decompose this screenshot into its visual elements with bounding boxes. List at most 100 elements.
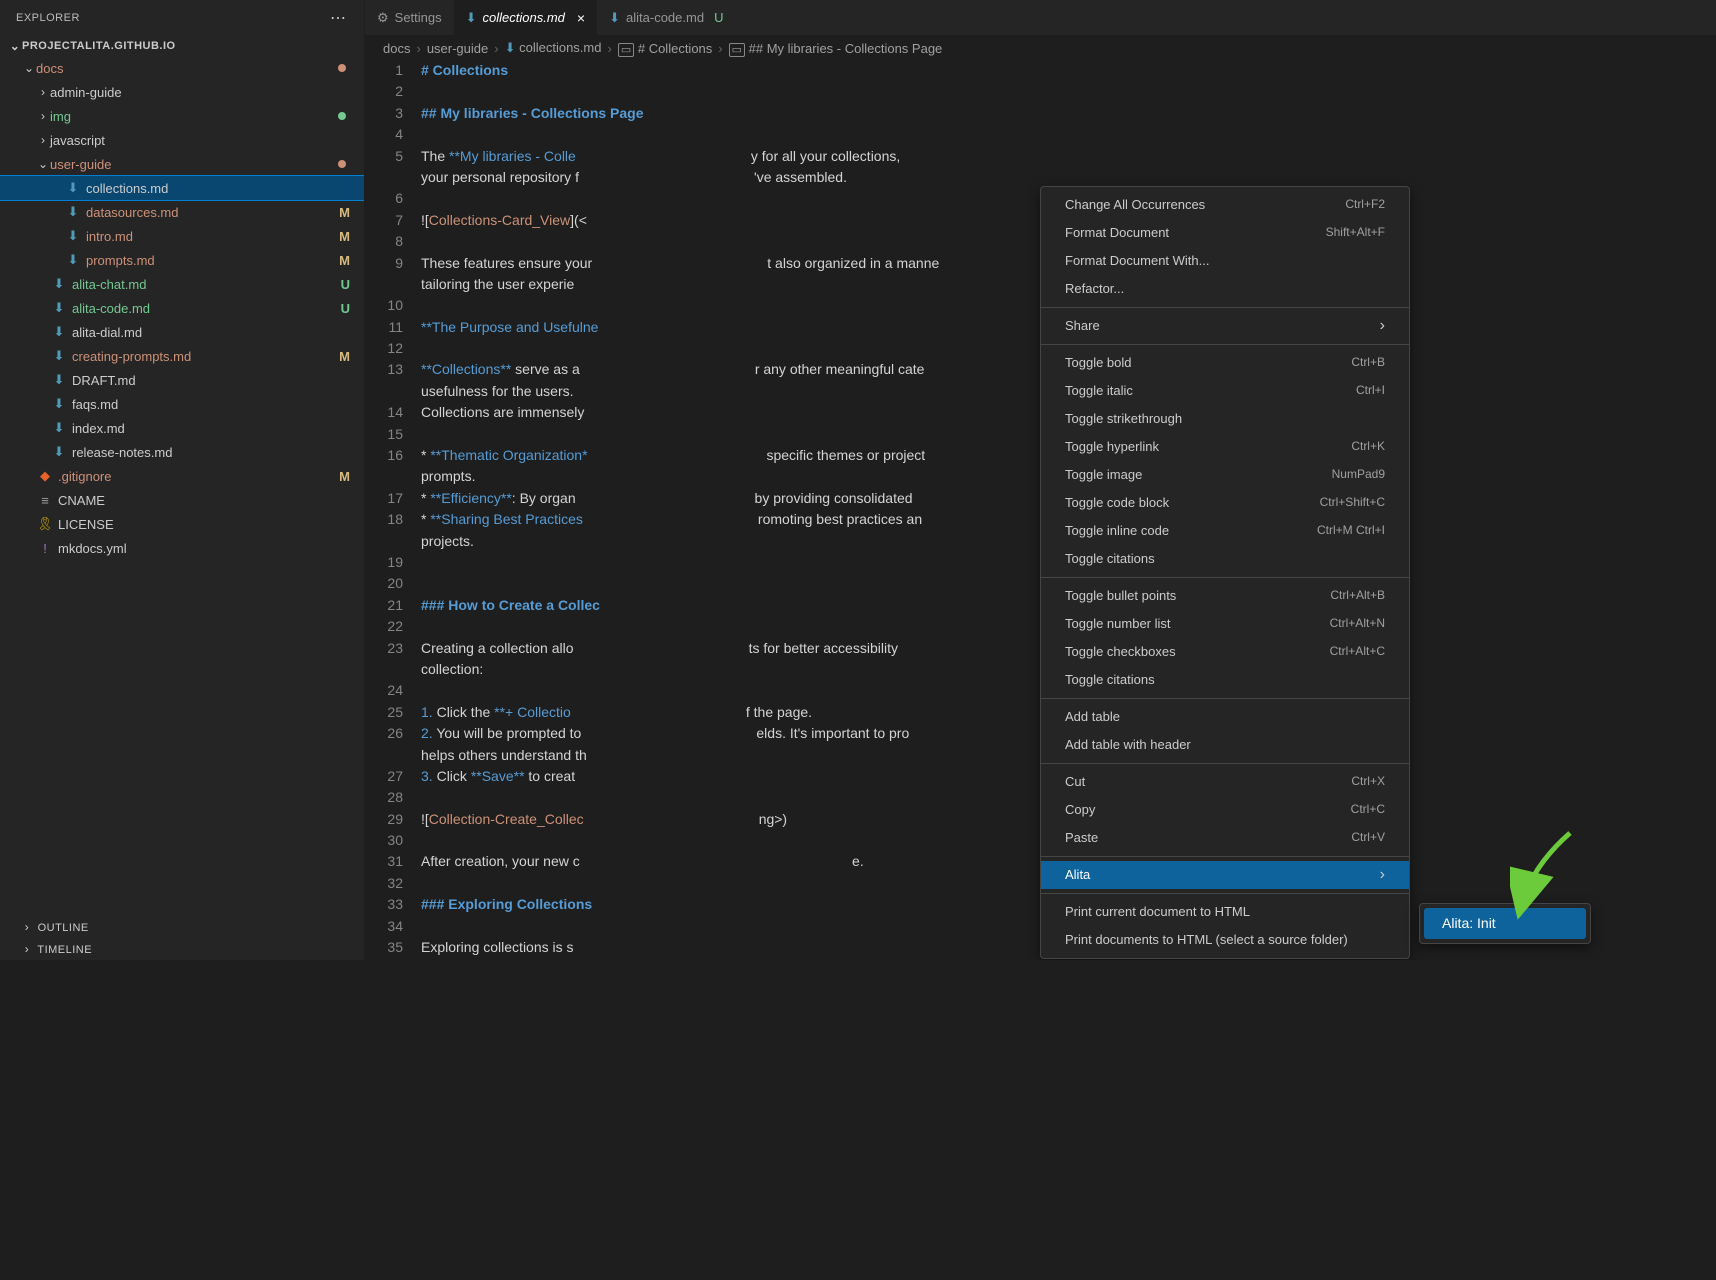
- ctx-toggle-image[interactable]: Toggle imageNumPad9: [1041, 461, 1409, 489]
- file-icon: ⬇: [50, 300, 68, 316]
- timeline-section[interactable]: › TIMELINE: [0, 938, 364, 960]
- text-editor[interactable]: 1234567891011121314151617181920212223242…: [365, 60, 1716, 960]
- file-LICENSE[interactable]: 🎗LICENSE: [0, 512, 364, 536]
- ctx-format-document[interactable]: Format DocumentShift+Alt+F: [1041, 219, 1409, 247]
- file-icon: ⬇: [50, 396, 68, 412]
- editor-area: ⚙Settings⬇collections.md×⬇alita-code.mdU…: [365, 0, 1716, 960]
- ctx-format-document-with-[interactable]: Format Document With...: [1041, 247, 1409, 275]
- explorer-title: EXPLORER: [16, 12, 80, 24]
- ctx-print-documents-to-html-select-a-source-folder-[interactable]: Print documents to HTML (select a source…: [1041, 926, 1409, 954]
- file-mkdocs.yml[interactable]: !mkdocs.yml: [0, 536, 364, 560]
- breadcrumb-segment[interactable]: user-guide: [427, 41, 488, 56]
- file-datasources.md[interactable]: ⬇datasources.mdM: [0, 200, 364, 224]
- ctx-add-table-with-header[interactable]: Add table with header: [1041, 731, 1409, 759]
- file-icon: ⬇: [64, 204, 82, 220]
- chevron-icon: ›: [36, 109, 50, 123]
- ctx-toggle-number-list[interactable]: Toggle number listCtrl+Alt+N: [1041, 610, 1409, 638]
- project-root[interactable]: ⌄ PROJECTALITA.GITHUB.IO: [0, 36, 364, 56]
- breadcrumb-segment[interactable]: docs: [383, 41, 410, 56]
- file-icon: ⬇: [50, 444, 68, 460]
- folder-admin-guide[interactable]: ›admin-guide: [0, 80, 364, 104]
- tab-alita-code-md[interactable]: ⬇alita-code.mdU: [597, 0, 735, 35]
- chevron-right-icon: ›: [1380, 315, 1385, 336]
- file-alita-code.md[interactable]: ⬇alita-code.mdU: [0, 296, 364, 320]
- breadcrumb-segment[interactable]: ▭ # Collections: [618, 41, 712, 56]
- file-collections.md[interactable]: ⬇collections.md: [0, 176, 364, 200]
- close-icon[interactable]: ×: [577, 10, 585, 26]
- file-icon: ⬇: [50, 276, 68, 292]
- ctx-toggle-citations[interactable]: Toggle citations: [1041, 666, 1409, 694]
- line-numbers: 1234567891011121314151617181920212223242…: [365, 60, 421, 960]
- chevron-down-icon: ⌄: [8, 39, 22, 53]
- file-icon: ◆: [36, 468, 54, 484]
- ctx-toggle-bullet-points[interactable]: Toggle bullet pointsCtrl+Alt+B: [1041, 582, 1409, 610]
- gear-icon: ⚙: [377, 10, 389, 26]
- file-icon: !: [36, 541, 54, 556]
- ctx-toggle-hyperlink[interactable]: Toggle hyperlinkCtrl+K: [1041, 433, 1409, 461]
- symbol-icon: ▭: [729, 43, 745, 57]
- ctx-toggle-code-block[interactable]: Toggle code blockCtrl+Shift+C: [1041, 489, 1409, 517]
- file-icon: 🎗: [36, 516, 54, 532]
- file-icon: ⬇: [50, 348, 68, 364]
- chevron-icon: ›: [36, 85, 50, 99]
- file-index.md[interactable]: ⬇index.md: [0, 416, 364, 440]
- ctx-add-table[interactable]: Add table: [1041, 703, 1409, 731]
- symbol-icon: ▭: [618, 43, 634, 57]
- folder-javascript[interactable]: ›javascript: [0, 128, 364, 152]
- tab-Settings[interactable]: ⚙Settings: [365, 0, 454, 35]
- alita-init-item[interactable]: Alita: Init: [1424, 908, 1586, 939]
- folder-img[interactable]: ›img: [0, 104, 364, 128]
- tab-collections-md[interactable]: ⬇collections.md×: [454, 0, 597, 35]
- file-.gitignore[interactable]: ◆.gitignoreM: [0, 464, 364, 488]
- ctx-alita[interactable]: Alita›: [1041, 861, 1409, 889]
- file-tree: ⌄docs›admin-guide›img›javascript⌄user-gu…: [0, 56, 364, 916]
- file-icon: ⬇: [64, 180, 82, 196]
- file-prompts.md[interactable]: ⬇prompts.mdM: [0, 248, 364, 272]
- breadcrumb-segment[interactable]: ▭ ## My libraries - Collections Page: [729, 41, 943, 56]
- file-icon: ≡: [36, 493, 54, 508]
- chevron-right-icon: ›: [20, 942, 34, 956]
- ctx-toggle-bold[interactable]: Toggle boldCtrl+B: [1041, 349, 1409, 377]
- tab-bar: ⚙Settings⬇collections.md×⬇alita-code.mdU: [365, 0, 1716, 36]
- file-creating-prompts.md[interactable]: ⬇creating-prompts.mdM: [0, 344, 364, 368]
- ctx-change-all-occurrences[interactable]: Change All OccurrencesCtrl+F2: [1041, 191, 1409, 219]
- file-icon: ⬇: [50, 372, 68, 388]
- more-actions-icon[interactable]: ⋯: [330, 8, 348, 28]
- ctx-cut[interactable]: CutCtrl+X: [1041, 768, 1409, 796]
- project-name: PROJECTALITA.GITHUB.IO: [22, 40, 176, 52]
- file-CNAME[interactable]: ≡CNAME: [0, 488, 364, 512]
- ctx-copy[interactable]: CopyCtrl+C: [1041, 796, 1409, 824]
- file-icon: ⬇: [64, 228, 82, 244]
- file-intro.md[interactable]: ⬇intro.mdM: [0, 224, 364, 248]
- file-icon: ⬇: [50, 324, 68, 340]
- ctx-paste[interactable]: PasteCtrl+V: [1041, 824, 1409, 852]
- file-DRAFT.md[interactable]: ⬇DRAFT.md: [0, 368, 364, 392]
- chevron-icon: ⌄: [36, 157, 50, 171]
- explorer-header: EXPLORER ⋯: [0, 0, 364, 36]
- ctx-share[interactable]: Share›: [1041, 312, 1409, 340]
- folder-docs[interactable]: ⌄docs: [0, 56, 364, 80]
- file-alita-dial.md[interactable]: ⬇alita-dial.md: [0, 320, 364, 344]
- markdown-icon: ⬇: [505, 40, 516, 55]
- ctx-toggle-checkboxes[interactable]: Toggle checkboxesCtrl+Alt+C: [1041, 638, 1409, 666]
- ctx-refactor-[interactable]: Refactor...: [1041, 275, 1409, 303]
- file-icon: ⬇: [50, 420, 68, 436]
- chevron-icon: ⌄: [22, 61, 36, 75]
- ctx-toggle-strikethrough[interactable]: Toggle strikethrough: [1041, 405, 1409, 433]
- file-alita-chat.md[interactable]: ⬇alita-chat.mdU: [0, 272, 364, 296]
- ctx-toggle-inline-code[interactable]: Toggle inline codeCtrl+M Ctrl+I: [1041, 517, 1409, 545]
- ctx-toggle-citations[interactable]: Toggle citations: [1041, 545, 1409, 573]
- alita-submenu: Alita: Init: [1419, 903, 1591, 944]
- breadcrumb-segment[interactable]: ⬇ collections.md: [505, 40, 602, 56]
- file-release-notes.md[interactable]: ⬇release-notes.md: [0, 440, 364, 464]
- ctx-toggle-italic[interactable]: Toggle italicCtrl+I: [1041, 377, 1409, 405]
- context-menu: Change All OccurrencesCtrl+F2Format Docu…: [1040, 186, 1410, 959]
- chevron-right-icon: ›: [1380, 864, 1385, 885]
- outline-section[interactable]: › OUTLINE: [0, 916, 364, 938]
- chevron-icon: ›: [36, 133, 50, 147]
- markdown-icon: ⬇: [609, 10, 620, 26]
- ctx-print-current-document-to-html[interactable]: Print current document to HTML: [1041, 898, 1409, 926]
- breadcrumb[interactable]: docs›user-guide›⬇ collections.md›▭ # Col…: [365, 36, 1716, 60]
- file-faqs.md[interactable]: ⬇faqs.md: [0, 392, 364, 416]
- folder-user-guide[interactable]: ⌄user-guide: [0, 152, 364, 176]
